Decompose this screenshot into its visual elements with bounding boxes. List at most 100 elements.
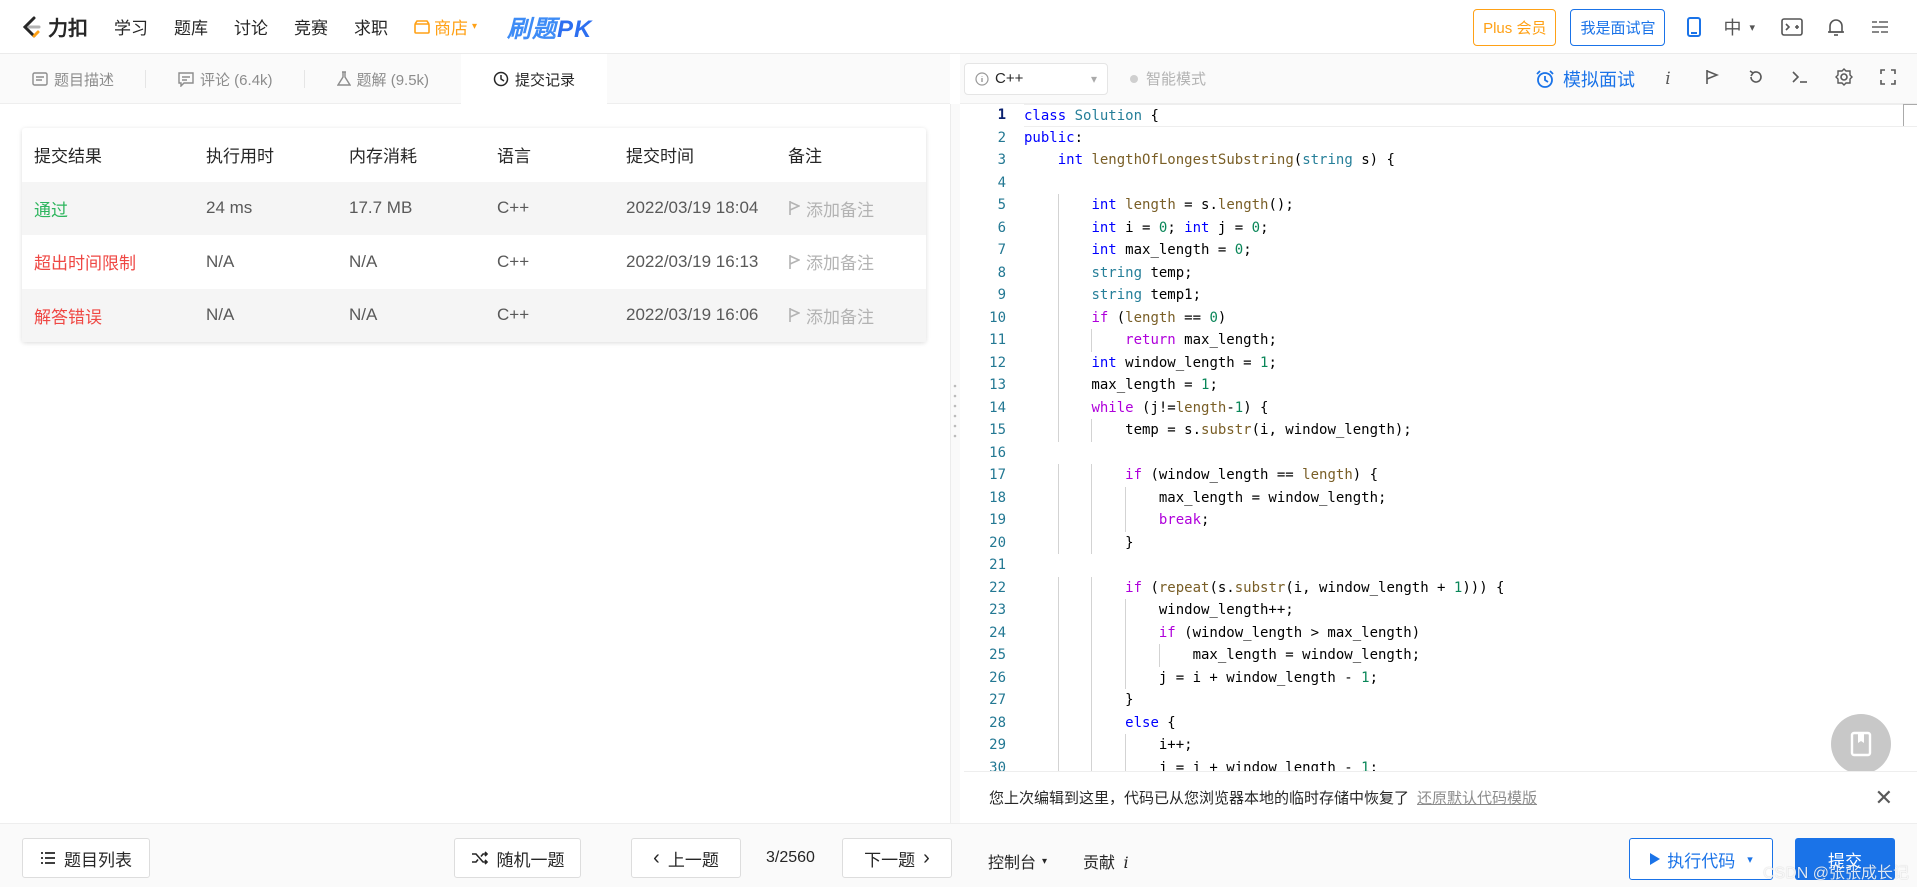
tab-solutions[interactable]: 题解 (9.5k) <box>305 54 462 104</box>
playground-icon[interactable] <box>1777 12 1807 42</box>
settings-gear-icon[interactable] <box>1833 67 1855 91</box>
code-line[interactable]: string temp; <box>1024 261 1917 284</box>
nav-discuss[interactable]: 讨论 <box>234 14 268 39</box>
mobile-icon[interactable] <box>1679 12 1709 42</box>
code-line[interactable]: } <box>1024 531 1917 554</box>
table-row[interactable]: 通过 24 ms 17.7 MB C++ 2022/03/19 18:04 添加… <box>22 181 926 235</box>
code-line[interactable]: max_length = 1; <box>1024 374 1917 397</box>
code-line[interactable]: if (window_length > max_length) <box>1024 621 1917 644</box>
code-line[interactable]: int length = s.length(); <box>1024 194 1917 217</box>
alarm-clock-icon <box>1536 70 1554 88</box>
mock-interview-button[interactable]: 模拟面试 <box>1535 66 1635 92</box>
drag-handle-icon[interactable] <box>953 382 957 442</box>
add-note-button[interactable]: 添加备注 <box>788 196 926 221</box>
result-link[interactable]: 解答错误 <box>22 303 206 328</box>
table-row[interactable]: 超出时间限制 N/A N/A C++ 2022/03/19 16:13 添加备注 <box>22 235 926 289</box>
language-select[interactable]: C++ ▾ <box>964 62 1108 95</box>
interviewer-button[interactable]: 我是面试官 <box>1570 8 1666 46</box>
code-line[interactable]: int window_length = 1; <box>1024 351 1917 374</box>
info-icon[interactable]: i <box>1657 69 1679 89</box>
code-editor[interactable]: 1 2 3 4 5 6 7 8 9 10 11 12 13 14 15 16 17 18 19 20 21 22 23 24 2… <box>964 104 1917 771</box>
add-note-button[interactable]: 添加备注 <box>788 303 926 328</box>
console-toggle[interactable]: 控制台 ▾ <box>988 849 1047 873</box>
line-number: 27 <box>989 692 1006 708</box>
prev-problem-button[interactable]: ‹ 上一题 <box>631 838 741 878</box>
code-line[interactable] <box>1024 172 1917 195</box>
code-line[interactable]: max_length = window_length; <box>1024 644 1917 667</box>
table-header: 提交结果 执行用时 内存消耗 语言 提交时间 备注 <box>22 128 926 182</box>
table-row[interactable]: 解答错误 N/A N/A C++ 2022/03/19 16:06 添加备注 <box>22 288 926 342</box>
line-number: 19 <box>989 512 1006 528</box>
code-line[interactable]: int lengthOfLongestSubstring(string s) { <box>1024 149 1917 172</box>
code-line[interactable]: break; <box>1024 509 1917 532</box>
reset-icon[interactable] <box>1745 69 1767 90</box>
random-problem-button[interactable]: 随机一题 <box>454 838 581 878</box>
header-language: 语言 <box>497 147 531 167</box>
code-line[interactable]: i++; <box>1024 734 1917 757</box>
nav-shop[interactable]: 商店 ▾ <box>414 14 477 39</box>
notebook-float-button[interactable] <box>1831 714 1891 774</box>
code-line[interactable]: return max_length; <box>1024 329 1917 352</box>
code-line[interactable]: if (repeat(s.substr(i, window_length + 1… <box>1024 576 1917 599</box>
contribute-button[interactable]: 贡献 i <box>1083 849 1129 873</box>
leetcode-logo[interactable]: 力扣 <box>20 12 88 41</box>
language-label: 中 <box>1723 18 1742 38</box>
language-select-value: C++ <box>995 70 1024 87</box>
code-line[interactable] <box>1024 442 1917 465</box>
header-result: 提交结果 <box>34 147 102 167</box>
header-runtime: 执行用时 <box>206 147 274 167</box>
problem-list-button[interactable]: 题目列表 <box>22 838 150 878</box>
fullscreen-icon[interactable] <box>1877 68 1899 90</box>
code-line[interactable]: window_length++; <box>1024 599 1917 622</box>
run-code-button[interactable]: 执行代码 ▾ <box>1629 838 1773 880</box>
code-line[interactable]: int max_length = 0; <box>1024 239 1917 262</box>
line-number: 24 <box>989 624 1006 641</box>
code-line[interactable]: j = i + window_length - 1; <box>1024 666 1917 689</box>
language-cell: C++ <box>497 305 530 325</box>
add-note-button[interactable]: 添加备注 <box>788 249 926 274</box>
tab-description[interactable]: 题目描述 <box>0 54 147 104</box>
tab-comments[interactable]: 评论 (6.4k) <box>146 54 305 104</box>
line-number: 18 <box>989 489 1006 506</box>
code-line[interactable]: temp = s.substr(i, window_length); <box>1024 419 1917 442</box>
nav-jobs[interactable]: 求职 <box>354 14 388 39</box>
result-link[interactable]: 超出时间限制 <box>22 249 206 274</box>
runtime-cell: N/A <box>206 251 235 271</box>
nav-problemset[interactable]: 题库 <box>174 14 208 39</box>
code-line[interactable]: int i = 0; int j = 0; <box>1024 216 1917 239</box>
code-area[interactable]: class Solution {public: int lengthOfLong… <box>1024 104 1917 771</box>
code-line[interactable]: else { <box>1024 711 1917 734</box>
code-line[interactable]: public: <box>1024 127 1917 150</box>
code-line[interactable]: while (j!=length-1) { <box>1024 396 1917 419</box>
smart-mode-toggle[interactable]: 智能模式 <box>1130 68 1206 89</box>
restore-default-template-link[interactable]: 还原默认代码模版 <box>1417 787 1537 808</box>
pane-splitter[interactable] <box>950 104 960 824</box>
line-number: 8 <box>997 264 1006 281</box>
nav-learn[interactable]: 学习 <box>114 14 148 39</box>
code-line[interactable] <box>1024 554 1917 577</box>
close-icon[interactable]: ✕ <box>1875 785 1893 811</box>
flag-icon[interactable] <box>1701 69 1723 90</box>
result-link[interactable]: 通过 <box>22 196 206 221</box>
language-switch[interactable]: 中 ▾ <box>1723 12 1755 42</box>
smart-mode-label: 智能模式 <box>1146 71 1207 88</box>
avatar[interactable] <box>1865 12 1895 42</box>
pk-banner[interactable]: 刷题PK <box>507 9 592 44</box>
tab-submissions[interactable]: 提交记录 <box>461 54 608 104</box>
code-line[interactable]: if (length == 0) <box>1024 306 1917 329</box>
plus-member-button[interactable]: Plus 会员 <box>1473 8 1557 46</box>
code-line[interactable]: } <box>1024 689 1917 712</box>
code-line[interactable]: max_length = window_length; <box>1024 486 1917 509</box>
scrollbar[interactable] <box>1903 104 1917 126</box>
nav-contest[interactable]: 竞赛 <box>294 14 328 39</box>
code-line[interactable]: string temp1; <box>1024 284 1917 307</box>
chevron-down-icon: ▾ <box>472 21 478 32</box>
code-line[interactable]: class Solution { <box>1024 104 1917 127</box>
notification-bell-icon[interactable] <box>1821 12 1851 42</box>
code-line[interactable]: if (window_length == length) { <box>1024 464 1917 487</box>
line-number: 7 <box>997 242 1006 258</box>
terminal-icon[interactable] <box>1789 69 1811 89</box>
line-number: 6 <box>997 219 1006 236</box>
next-problem-button[interactable]: 下一题 › <box>842 838 952 878</box>
code-line[interactable]: j = i + window_length - 1; <box>1024 756 1917 771</box>
